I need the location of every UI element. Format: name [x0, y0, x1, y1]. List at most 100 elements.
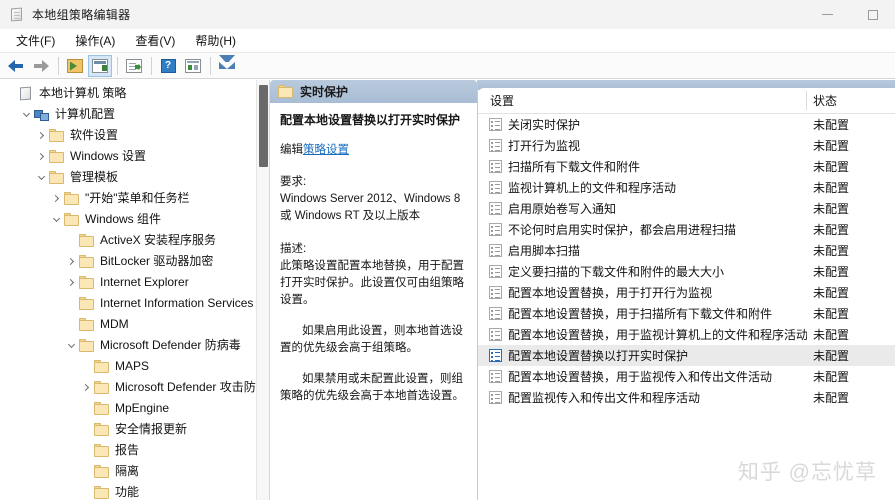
list-item[interactable]: 配置本地设置替换，用于扫描所有下载文件和附件未配置: [478, 303, 895, 324]
list-item[interactable]: 关闭实时保护未配置: [478, 114, 895, 135]
tree-item[interactable]: Windows 组件: [0, 209, 258, 230]
chevron-right-icon[interactable]: [64, 251, 79, 272]
tree-item[interactable]: Microsoft Defender 防病毒: [0, 335, 258, 356]
list-column-header: 设置 状态: [478, 88, 895, 114]
policy-setting-icon: [489, 328, 502, 341]
tree-item[interactable]: MDM: [0, 314, 258, 335]
menu-file[interactable]: 文件(F): [6, 29, 65, 52]
up-level-button[interactable]: [63, 55, 87, 77]
chevron-down-icon[interactable]: [49, 209, 64, 230]
tree-item[interactable]: Internet Explorer: [0, 272, 258, 293]
menu-action[interactable]: 操作(A): [65, 29, 125, 52]
list-item-state: 未配置: [807, 389, 895, 406]
folder-icon: [94, 402, 110, 415]
description-header: 实时保护: [270, 80, 477, 103]
list-item-state: 未配置: [807, 368, 895, 385]
tree-item[interactable]: Microsoft Defender 攻击防护: [0, 377, 258, 398]
minimize-button[interactable]: [805, 0, 850, 29]
chevron-right-icon[interactable]: [64, 272, 79, 293]
tree-item-label: 管理模板: [70, 170, 118, 185]
chevron-down-icon[interactable]: [19, 104, 34, 125]
list-item[interactable]: 配置本地设置替换，用于打开行为监视未配置: [478, 282, 895, 303]
list-item-state: 未配置: [807, 326, 895, 343]
forward-button[interactable]: [29, 55, 53, 77]
folder-icon: [94, 465, 110, 478]
list-item[interactable]: 打开行为监视未配置: [478, 135, 895, 156]
chevron-right-icon[interactable]: [79, 377, 94, 398]
column-header-state[interactable]: 状态: [807, 92, 895, 109]
tree-item[interactable]: ActiveX 安装程序服务: [0, 230, 258, 251]
tree-item[interactable]: MAPS: [0, 356, 258, 377]
chevron-none: [79, 398, 94, 419]
policy-setting-link[interactable]: 策略设置: [303, 144, 349, 156]
edit-prefix-label: 编辑: [280, 144, 303, 156]
tree-scrollbar-thumb[interactable]: [259, 85, 268, 167]
tree-item[interactable]: "开始"菜单和任务栏: [0, 188, 258, 209]
tree-item[interactable]: Internet Information Services: [0, 293, 258, 314]
list-item-name: 扫描所有下载文件和附件: [508, 158, 807, 175]
maximize-button[interactable]: [850, 0, 895, 29]
chevron-right-icon[interactable]: [34, 146, 49, 167]
toolbar-separator-3: [151, 57, 152, 75]
chevron-right-icon[interactable]: [49, 188, 64, 209]
policy-setting-icon: [489, 223, 502, 236]
chevron-down-icon[interactable]: [64, 335, 79, 356]
list-item[interactable]: 启用原始卷写入通知未配置: [478, 198, 895, 219]
maximize-icon: [868, 10, 878, 20]
help-button[interactable]: ?: [156, 55, 180, 77]
tree-item[interactable]: 计算机配置: [0, 104, 258, 125]
tree-item[interactable]: 安全情报更新: [0, 419, 258, 440]
tree-item[interactable]: 本地计算机 策略: [0, 83, 258, 104]
tree-item-label: 本地计算机 策略: [39, 86, 126, 101]
settings-list[interactable]: 关闭实时保护未配置打开行为监视未配置扫描所有下载文件和附件未配置监视计算机上的文…: [478, 114, 895, 408]
list-item[interactable]: 配置本地设置替换，用于监视计算机上的文件和程序活动未配置: [478, 324, 895, 345]
menu-help[interactable]: 帮助(H): [185, 29, 246, 52]
back-button[interactable]: [4, 55, 28, 77]
list-item[interactable]: 定义要扫描的下载文件和附件的最大大小未配置: [478, 261, 895, 282]
tree-item-label: MDM: [100, 317, 129, 332]
toolbar-separator-2: [117, 57, 118, 75]
column-header-setting[interactable]: 设置: [478, 92, 807, 109]
chevron-none: [79, 482, 94, 500]
folder-icon: [94, 423, 110, 436]
chevron-right-icon[interactable]: [34, 125, 49, 146]
export-list-button[interactable]: [122, 55, 146, 77]
list-item[interactable]: 监视计算机上的文件和程序活动未配置: [478, 177, 895, 198]
column-divider[interactable]: [806, 91, 807, 110]
tree-item[interactable]: 功能: [0, 482, 258, 500]
menu-bar: 文件(F) 操作(A) 查看(V) 帮助(H): [0, 29, 895, 53]
menu-view[interactable]: 查看(V): [125, 29, 185, 52]
policy-setting-icon: [489, 244, 502, 257]
tree-scrollbar[interactable]: [256, 80, 269, 500]
folder-icon: [94, 486, 110, 499]
list-item[interactable]: 不论何时启用实时保护，都会启用进程扫描未配置: [478, 219, 895, 240]
list-item[interactable]: 配置监视传入和传出文件和程序活动未配置: [478, 387, 895, 408]
tree-item-label: 安全情报更新: [115, 422, 187, 437]
list-item[interactable]: 配置本地设置替换以打开实时保护未配置: [478, 345, 895, 366]
back-arrow-icon: [8, 59, 24, 72]
tree-item[interactable]: Windows 设置: [0, 146, 258, 167]
list-item[interactable]: 配置本地设置替换，用于监视传入和传出文件活动未配置: [478, 366, 895, 387]
tree-item[interactable]: BitLocker 驱动器加密: [0, 251, 258, 272]
policy-tree[interactable]: 本地计算机 策略计算机配置软件设置Windows 设置管理模板 "开始"菜单和任务…: [0, 80, 258, 500]
tree-item[interactable]: MpEngine: [0, 398, 258, 419]
folder-icon: [94, 360, 110, 373]
filter-button[interactable]: [215, 55, 239, 77]
list-item[interactable]: 扫描所有下载文件和附件未配置: [478, 156, 895, 177]
show-hide-console-tree-button[interactable]: [88, 55, 112, 77]
tree-item[interactable]: 软件设置: [0, 125, 258, 146]
view-mode-button[interactable]: [181, 55, 205, 77]
window-controls: [805, 0, 895, 29]
tree-item[interactable]: 管理模板: [0, 167, 258, 188]
gpedit-icon: [9, 7, 25, 23]
policy-setting-icon: [489, 181, 502, 194]
tree-item-label: Microsoft Defender 攻击防护: [115, 380, 258, 395]
policy-setting-icon: [489, 118, 502, 131]
chevron-down-icon[interactable]: [34, 167, 49, 188]
tree-item[interactable]: 隔离: [0, 461, 258, 482]
gpedit-window: 本地组策略编辑器 文件(F) 操作(A) 查看(V) 帮助(H): [0, 0, 895, 500]
list-item-name: 启用原始卷写入通知: [508, 200, 807, 217]
policy-setting-icon: [489, 349, 502, 362]
tree-item[interactable]: 报告: [0, 440, 258, 461]
list-item[interactable]: 启用脚本扫描未配置: [478, 240, 895, 261]
